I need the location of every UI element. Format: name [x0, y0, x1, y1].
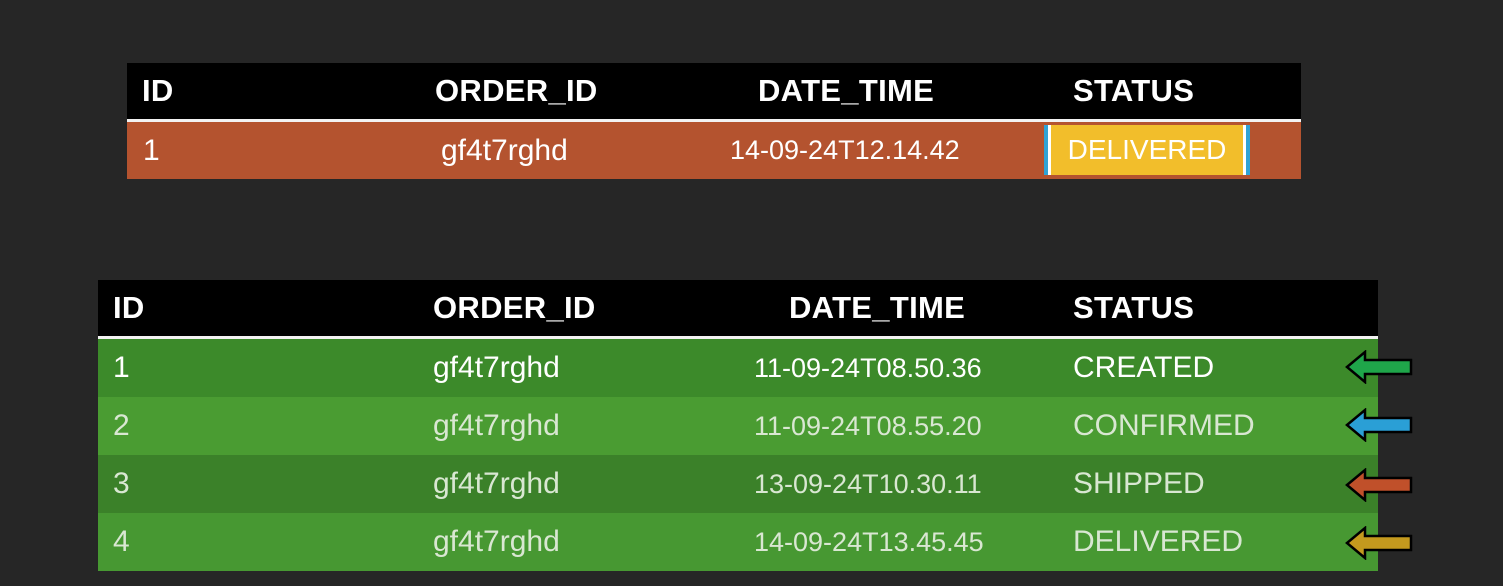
cell-order-id: gf4t7rghd [433, 467, 560, 500]
slide: ID ORDER_ID DATE_TIME STATUS 1 gf4t7rghd… [0, 0, 1503, 586]
header-order-id: ORDER_ID [435, 73, 598, 108]
header-date-time: DATE_TIME [758, 73, 935, 108]
cell-id: 4 [113, 525, 130, 558]
left-arrow-icon [1345, 526, 1413, 560]
table-row: 3 gf4t7rghd 13-09-24T10.30.11 SHIPPED [98, 455, 1378, 513]
left-arrow-icon [1345, 468, 1413, 502]
header-id: ID [113, 290, 145, 325]
cell-status: CONFIRMED [1073, 409, 1255, 442]
table-row: 4 gf4t7rghd 14-09-24T13.45.45 DELIVERED [98, 513, 1378, 571]
table-row: 1 gf4t7rghd 14-09-24T12.14.42 DELIVERED [127, 122, 1301, 179]
cell-id: 2 [113, 409, 130, 442]
cell-order-id: gf4t7rghd [441, 133, 568, 167]
cell-date-time: 14-09-24T12.14.42 [730, 135, 960, 165]
cell-order-id: gf4t7rghd [433, 409, 560, 442]
left-arrow-icon [1345, 350, 1413, 384]
table-row: 1 gf4t7rghd 11-09-24T08.50.36 CREATED [98, 339, 1378, 397]
table-row: 2 gf4t7rghd 11-09-24T08.55.20 CONFIRMED [98, 397, 1378, 455]
cell-date-time: 14-09-24T13.45.45 [754, 526, 984, 557]
header-date-time: DATE_TIME [789, 290, 966, 325]
left-arrow-icon [1345, 408, 1413, 442]
cell-date-time: 13-09-24T10.30.11 [754, 468, 982, 499]
cell-status: SHIPPED [1073, 467, 1205, 500]
header-id: ID [142, 73, 174, 108]
cell-id: 1 [113, 351, 130, 384]
status-badge: DELIVERED [1044, 125, 1250, 175]
cell-date-time: 11-09-24T08.50.36 [754, 352, 982, 383]
cell-id: 3 [113, 467, 130, 500]
order-history-table: ID ORDER_ID DATE_TIME STATUS 1 gf4t7rghd… [98, 280, 1378, 571]
cell-order-id: gf4t7rghd [433, 351, 560, 384]
header-status: STATUS [1073, 73, 1195, 108]
cell-status: CREATED [1073, 351, 1215, 384]
header-order-id: ORDER_ID [433, 290, 596, 325]
header-status: STATUS [1073, 290, 1195, 325]
cell-status: DELIVERED [1073, 525, 1244, 558]
cell-date-time: 11-09-24T08.55.20 [754, 410, 982, 441]
table-header: ID ORDER_ID DATE_TIME STATUS [98, 280, 1378, 336]
table-header: ID ORDER_ID DATE_TIME STATUS [127, 63, 1301, 119]
cell-id: 1 [143, 133, 160, 167]
current-order-table: ID ORDER_ID DATE_TIME STATUS 1 gf4t7rghd… [127, 63, 1301, 179]
cell-order-id: gf4t7rghd [433, 525, 560, 558]
